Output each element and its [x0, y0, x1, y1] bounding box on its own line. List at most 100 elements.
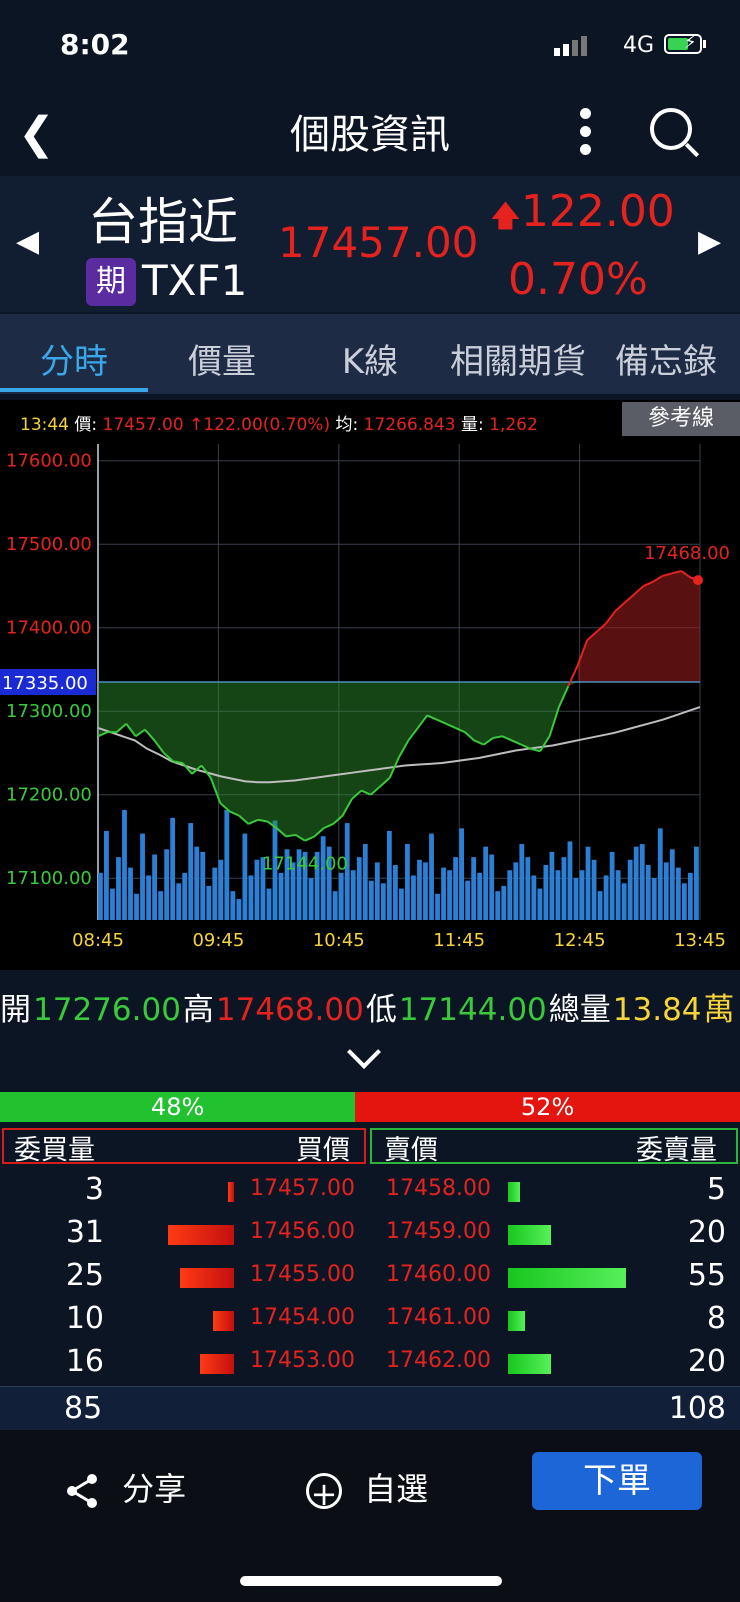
- volume-value: 13.84: [612, 992, 702, 1028]
- x-tick-label: 12:45: [554, 930, 606, 951]
- volume-bar: [164, 849, 170, 920]
- volume-bar: [453, 857, 458, 920]
- total-bid: 85: [64, 1391, 103, 1426]
- volume-bar: [489, 854, 495, 920]
- orderbook-row[interactable]: 10 17454.00 17461.00 8: [0, 1297, 740, 1339]
- volume-bar: [633, 846, 639, 920]
- last-price: 17457.00: [278, 218, 479, 267]
- volume-bar: [687, 872, 693, 920]
- volume-bar: [477, 872, 483, 920]
- price-change-pct: 0.70%: [508, 254, 648, 305]
- volume-bar: [591, 859, 597, 920]
- volume-bar: [98, 872, 103, 920]
- volume-bar: [218, 859, 224, 920]
- chart-info-bar: 13:44 價: 17457.00 ↑122.00(0.70%) 均: 1726…: [0, 400, 740, 440]
- volume-bar: [194, 846, 200, 920]
- ask-volume-bar: [508, 1268, 626, 1288]
- volume-bar: [116, 857, 121, 920]
- reference-line-button[interactable]: 參考線: [622, 402, 740, 436]
- tab-price-volume[interactable]: 價量: [148, 334, 296, 383]
- volume-bar: [675, 867, 681, 920]
- bid-price-header: 買價: [296, 1135, 350, 1166]
- buy-ratio: 48%: [150, 1093, 205, 1121]
- orderbook-row[interactable]: 16 17453.00 17462.00 20: [0, 1340, 740, 1382]
- orderbook-row[interactable]: 3 17457.00 17458.00 5: [0, 1168, 740, 1210]
- tab-memo[interactable]: 備忘錄: [592, 334, 740, 383]
- volume-bar: [405, 844, 410, 920]
- next-stock-icon[interactable]: ▶: [698, 224, 721, 259]
- battery-cap: [703, 40, 706, 48]
- tab-kline[interactable]: K線: [296, 334, 444, 383]
- orderbook-header: 委買量 買價 賣價 委賣量: [0, 1128, 740, 1168]
- volume-bar: [543, 865, 549, 920]
- volume-bar: [471, 857, 477, 920]
- volume-bar: [308, 878, 314, 920]
- volume-bar: [447, 870, 452, 920]
- nav-bar: ❮ 個股資訊: [0, 90, 740, 170]
- volume-bar: [435, 893, 440, 920]
- ohlc-summary: 開17276.00高17468.00低17144.00總量13.84萬: [0, 984, 740, 1029]
- volume-bar: [693, 846, 699, 920]
- x-tick-label: 08:45: [72, 930, 124, 951]
- volume-bar: [519, 844, 525, 920]
- fav-label: 自選: [364, 1470, 429, 1508]
- info-vol-label: 量:: [460, 415, 484, 435]
- volume-bar: [200, 851, 206, 920]
- volume-bar: [362, 844, 368, 920]
- bid-qty: 3: [84, 1172, 104, 1207]
- volume-bar: [386, 830, 392, 920]
- y-tick-label: 17400.00: [6, 618, 92, 639]
- volume-bar: [399, 888, 404, 920]
- info-avg: 17266.843: [363, 415, 456, 435]
- volume-bar: [254, 859, 260, 920]
- orderbook-row[interactable]: 31 17456.00 17459.00 20: [0, 1211, 740, 1253]
- intraday-chart: 17600.00 17500.00 17400.00 17300.00 17200.00…: [0, 440, 740, 970]
- above-reference-fill: [577, 570, 700, 682]
- volume-bar: [423, 862, 428, 920]
- tab-intraday[interactable]: 分時: [0, 334, 148, 383]
- volume-bar: [579, 870, 585, 920]
- volume-bar: [182, 872, 188, 920]
- prev-stock-icon[interactable]: ◀: [16, 224, 39, 259]
- place-order-button[interactable]: 下單: [532, 1452, 702, 1510]
- info-price: 17457.00: [102, 415, 184, 435]
- tab-bar: 分時 價量 K線 相關期貨 備忘錄: [0, 314, 740, 394]
- y-tick-label: 17100.00: [6, 868, 92, 889]
- orderbook-row[interactable]: 25 17455.00 17460.00 55: [0, 1254, 740, 1296]
- volume-bar: [176, 883, 182, 920]
- volume-bar: [374, 862, 380, 920]
- ask-price: 17458.00: [386, 1176, 491, 1201]
- more-icon[interactable]: [580, 108, 592, 162]
- reference-label: 17335.00: [2, 673, 88, 694]
- volume-bar: [278, 872, 284, 920]
- bid-volume-bar: [180, 1268, 234, 1288]
- expand-chevron-icon[interactable]: [347, 1035, 381, 1069]
- share-button[interactable]: 分享: [64, 1464, 186, 1510]
- ask-qty-header: 委賣量: [636, 1135, 717, 1166]
- volume-bar: [459, 828, 465, 920]
- ask-volume-bar: [508, 1311, 526, 1331]
- add-favorite-button[interactable]: + 自選: [306, 1464, 429, 1512]
- volume-bar: [603, 875, 609, 920]
- info-avg-label: 均:: [335, 415, 359, 435]
- last-price-dot: [693, 575, 703, 586]
- volume-bar: [110, 888, 115, 920]
- network-label: 4G: [623, 33, 655, 58]
- ask-qty: 20: [687, 1344, 726, 1379]
- volume-bar: [320, 836, 326, 920]
- bid-price: 17457.00: [250, 1176, 355, 1201]
- tab-related-futures[interactable]: 相關期貨: [444, 334, 592, 383]
- y-tick-label: 17500.00: [6, 534, 92, 555]
- volume-bar: [639, 844, 645, 920]
- sell-ratio: 52%: [520, 1093, 575, 1121]
- y-tick-label: 17200.00: [6, 785, 92, 806]
- ask-price: 17460.00: [386, 1262, 491, 1287]
- volume-bar: [501, 885, 507, 920]
- search-icon[interactable]: [650, 108, 692, 150]
- volume-bar: [338, 872, 344, 920]
- volume-bar: [549, 851, 555, 920]
- bid-qty: 31: [65, 1215, 104, 1250]
- volume-bar: [597, 891, 603, 920]
- bid-qty: 16: [65, 1344, 104, 1379]
- share-icon: [67, 1474, 97, 1508]
